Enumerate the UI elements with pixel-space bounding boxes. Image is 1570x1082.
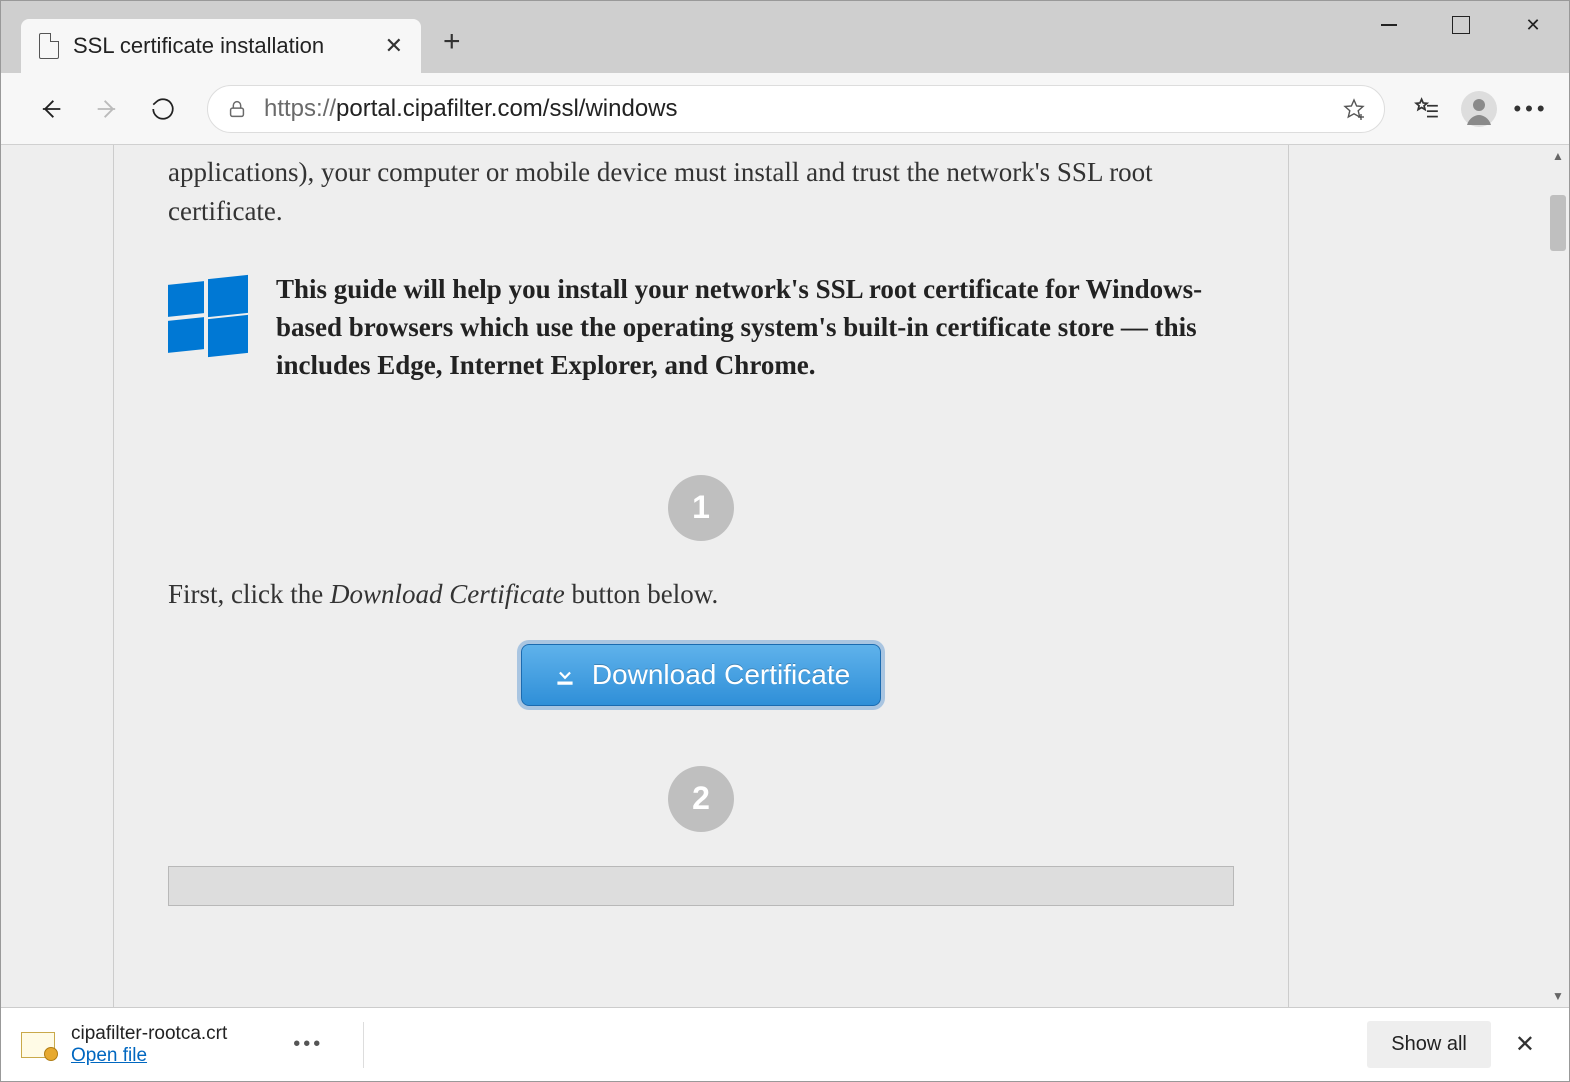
step-2-badge: 2 <box>668 766 734 832</box>
downloads-bar: cipafilter-rootca.crt Open file ••• Show… <box>1 1007 1569 1081</box>
scroll-down-button[interactable]: ▼ <box>1547 985 1569 1007</box>
download-certificate-button[interactable]: Download Certificate <box>521 644 881 706</box>
refresh-button[interactable] <box>141 87 185 131</box>
address-bar: https://portal.cipafilter.com/ssl/window… <box>1 73 1569 145</box>
step-1-text: First, click the Download Certificate bu… <box>168 579 1234 610</box>
window-minimize-button[interactable] <box>1353 1 1425 49</box>
guide-text: This guide will help you install your ne… <box>276 271 1234 384</box>
intro-paragraph: applications), your computer or mobile d… <box>168 145 1234 231</box>
windows-logo-icon <box>168 277 248 357</box>
favorite-icon[interactable] <box>1342 97 1366 121</box>
tab-close-button[interactable]: ✕ <box>385 33 403 59</box>
download-filename: cipafilter-rootca.crt <box>71 1023 227 1045</box>
open-file-link[interactable]: Open file <box>71 1045 227 1067</box>
show-all-downloads-button[interactable]: Show all <box>1367 1021 1491 1068</box>
page-icon <box>39 33 59 59</box>
download-button-label: Download Certificate <box>592 659 850 691</box>
step-1: 1 First, click the Download Certificate … <box>168 475 1234 706</box>
more-menu-button[interactable]: ••• <box>1511 89 1551 129</box>
titlebar: SSL certificate installation ✕ + ✕ <box>1 1 1569 73</box>
lock-icon <box>226 98 248 120</box>
profile-avatar[interactable] <box>1459 89 1499 129</box>
embedded-frame <box>168 866 1234 906</box>
downloads-bar-close-button[interactable]: ✕ <box>1501 1022 1549 1067</box>
window-maximize-button[interactable] <box>1425 1 1497 49</box>
window-close-button[interactable]: ✕ <box>1497 1 1569 49</box>
guide-row: This guide will help you install your ne… <box>168 271 1234 384</box>
download-item-more-button[interactable]: ••• <box>283 1027 333 1062</box>
step-2: 2 <box>168 766 1234 832</box>
certificate-file-icon <box>21 1032 55 1058</box>
page-viewport: applications), your computer or mobile d… <box>1 145 1569 1007</box>
step-1-badge: 1 <box>668 475 734 541</box>
url-field[interactable]: https://portal.cipafilter.com/ssl/window… <box>207 85 1385 133</box>
new-tab-button[interactable]: + <box>443 25 461 59</box>
separator <box>363 1022 364 1068</box>
tab-title: SSL certificate installation <box>73 33 371 59</box>
back-button[interactable] <box>29 87 73 131</box>
download-item[interactable]: cipafilter-rootca.crt Open file ••• <box>21 1022 364 1068</box>
window-controls: ✕ <box>1353 1 1569 49</box>
forward-button[interactable] <box>85 87 129 131</box>
scroll-thumb[interactable] <box>1550 195 1566 251</box>
favorites-list-icon[interactable] <box>1407 89 1447 129</box>
scrollbar[interactable]: ▲ ▼ <box>1547 145 1569 1007</box>
page-content: applications), your computer or mobile d… <box>113 145 1289 1007</box>
browser-tab[interactable]: SSL certificate installation ✕ <box>21 19 421 73</box>
download-icon <box>552 662 578 688</box>
scroll-up-button[interactable]: ▲ <box>1547 145 1569 167</box>
url-text: https://portal.cipafilter.com/ssl/window… <box>264 95 1326 123</box>
